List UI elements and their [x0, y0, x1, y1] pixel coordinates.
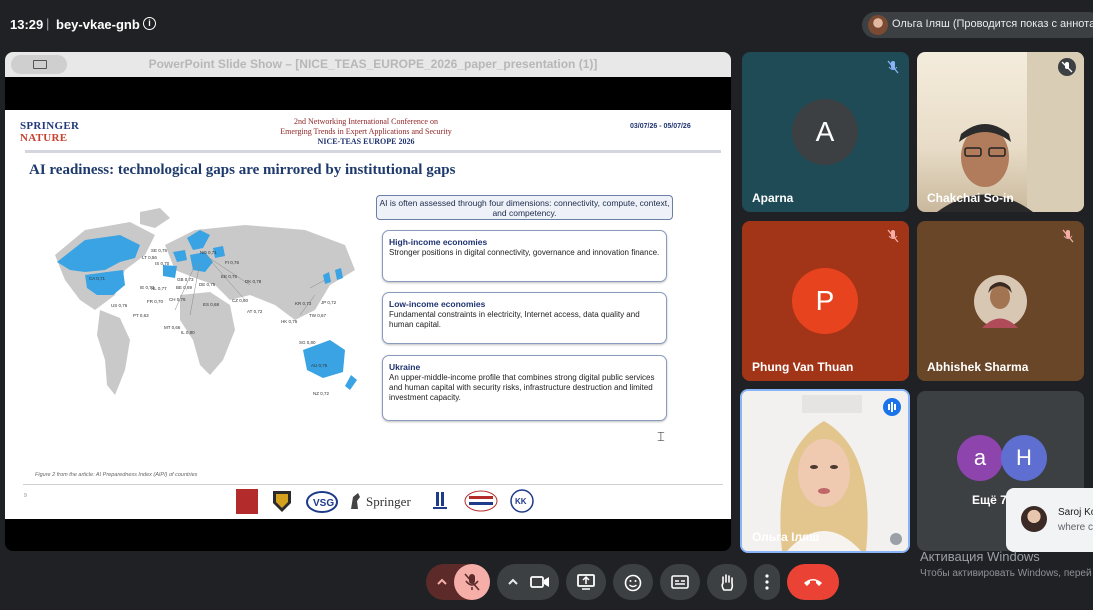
- captions-button[interactable]: [660, 564, 700, 600]
- text-cursor-icon: ⌶: [657, 429, 665, 444]
- present-screen-button[interactable]: [566, 564, 606, 600]
- ukraine-box: Ukraine An upper-middle-income profile t…: [382, 355, 667, 421]
- svg-text:KK: KK: [515, 497, 527, 506]
- tile-options-icon[interactable]: [890, 533, 902, 545]
- participant-video: [937, 52, 1084, 212]
- clock: 13:29: [10, 17, 44, 32]
- participant-name: Abhishek Sharma: [927, 360, 1029, 374]
- slideshow-titlebar: PowerPoint Slide Show – [NICE_TEAS_EUROP…: [5, 52, 731, 77]
- participant-name: Phung Van Thuan: [752, 360, 854, 374]
- mic-off-icon: [887, 60, 899, 74]
- partner-logo-vsg: VSG: [306, 491, 338, 513]
- chat-sender: Saroj Ko: [1058, 507, 1093, 518]
- figure-caption: Figure 2 from the article: AI Preparedne…: [35, 472, 198, 478]
- avatar-small-h: H: [1001, 435, 1047, 481]
- chat-notification[interactable]: Saroj Ko where c: [1006, 488, 1093, 552]
- low-income-box: Low-income economies Fundamental constra…: [382, 292, 667, 344]
- conference-dates: 03/07/26 - 05/07/26: [630, 123, 691, 130]
- slide-number: 9: [24, 493, 27, 499]
- slide-title: AI readiness: technological gaps are mir…: [29, 162, 456, 178]
- springer-footer-logo: Springer: [366, 494, 411, 509]
- avatar: P: [792, 268, 858, 334]
- conference-header: 2nd Networking International Conference …: [280, 117, 452, 146]
- leave-call-button[interactable]: [787, 564, 839, 600]
- avatar: A: [792, 99, 858, 165]
- partner-logo-flag: [464, 490, 498, 512]
- header-divider: [25, 150, 721, 153]
- partner-logo-1: [236, 489, 258, 514]
- separator: |: [46, 16, 50, 31]
- raise-hand-icon: [721, 574, 734, 591]
- mic-off-icon: [1061, 61, 1073, 73]
- mic-control-group: [426, 564, 490, 600]
- participant-tile-phung[interactable]: P Phung Van Thuan: [742, 221, 909, 381]
- mic-off-icon: [464, 573, 480, 591]
- windows-activation-watermark: Активация Windows Чтобы активировать Win…: [920, 549, 1092, 579]
- activation-subtitle: Чтобы активировать Windows, перей: [920, 568, 1092, 579]
- partner-logo-university: [433, 492, 447, 509]
- map-labels: SE 0,75 NO 0,71 FI 0,76 LT 0,56 IS 0,70 …: [89, 248, 337, 396]
- presenter-status-text: Ольга Іляш (Проводится показ с аннотац: [892, 18, 1093, 30]
- audio-wave-icon: [888, 402, 896, 412]
- more-options-button[interactable]: [754, 564, 780, 600]
- info-icon[interactable]: i: [143, 17, 156, 30]
- meeting-code: bey-vkae-gnb: [56, 17, 140, 32]
- participant-name: Aparna: [752, 191, 794, 205]
- participant-tile-abhishek[interactable]: Abhishek Sharma: [917, 221, 1084, 381]
- activation-title: Активация Windows: [920, 549, 1040, 564]
- more-participants-label: Ещё 7: [972, 493, 1007, 507]
- springer-nature-logo: SPRINGER NATURE: [20, 120, 80, 144]
- presenter-avatar: [868, 15, 888, 35]
- camera-control-group: [497, 564, 559, 600]
- footer-divider: [23, 484, 723, 485]
- mic-off-icon: [1062, 229, 1074, 243]
- partner-logo-shield: [273, 491, 291, 512]
- svg-text:VSG: VSG: [313, 498, 334, 509]
- presenter-status-pill[interactable]: Ольга Іляш (Проводится показ с аннотац: [862, 12, 1093, 38]
- participant-name: Ольга Іляш: [752, 530, 820, 544]
- avatar-small-a: a: [957, 435, 1003, 481]
- captions-icon: [671, 575, 689, 589]
- microphone-button[interactable]: [454, 564, 490, 600]
- more-vertical-icon: [765, 574, 769, 590]
- emoji-reactions-button[interactable]: [613, 564, 653, 600]
- chevron-up-icon[interactable]: [507, 577, 519, 587]
- intro-box: AI is often assessed through four dimens…: [376, 195, 673, 220]
- speaking-indicator: [883, 398, 901, 416]
- hang-up-icon: [804, 579, 822, 586]
- top-bar: 13:29 | bey-vkae-gnb i Ольга Іляш (Прово…: [0, 0, 1093, 48]
- high-income-box: High-income economies Stronger positions…: [382, 230, 667, 282]
- present-screen-icon: [577, 574, 595, 590]
- mic-off-indicator: [1058, 58, 1076, 76]
- avatar: [1021, 506, 1047, 532]
- participant-tile-olga[interactable]: Ольга Іляш: [740, 389, 910, 553]
- camera-icon[interactable]: [530, 575, 550, 589]
- raise-hand-button[interactable]: [707, 564, 747, 600]
- slideshow-window-title: PowerPoint Slide Show – [NICE_TEAS_EUROP…: [148, 57, 598, 71]
- springer-horse-icon: [351, 493, 360, 509]
- partner-logo-kk: KK: [510, 489, 534, 513]
- chat-message: where c: [1058, 522, 1093, 533]
- avatar: [974, 275, 1027, 328]
- chevron-up-icon[interactable]: [436, 577, 448, 587]
- presentation-panel: PowerPoint Slide Show – [NICE_TEAS_EUROP…: [5, 52, 731, 551]
- emoji-icon: [624, 574, 642, 592]
- participant-tile-aparna[interactable]: A Aparna: [742, 52, 909, 212]
- participant-tile-chakchai[interactable]: Chakchai So-in: [917, 52, 1084, 212]
- participant-name: Chakchai So-in: [927, 191, 1014, 205]
- slide: SPRINGER NATURE 2nd Networking Internati…: [5, 110, 731, 519]
- mic-off-icon: [887, 229, 899, 243]
